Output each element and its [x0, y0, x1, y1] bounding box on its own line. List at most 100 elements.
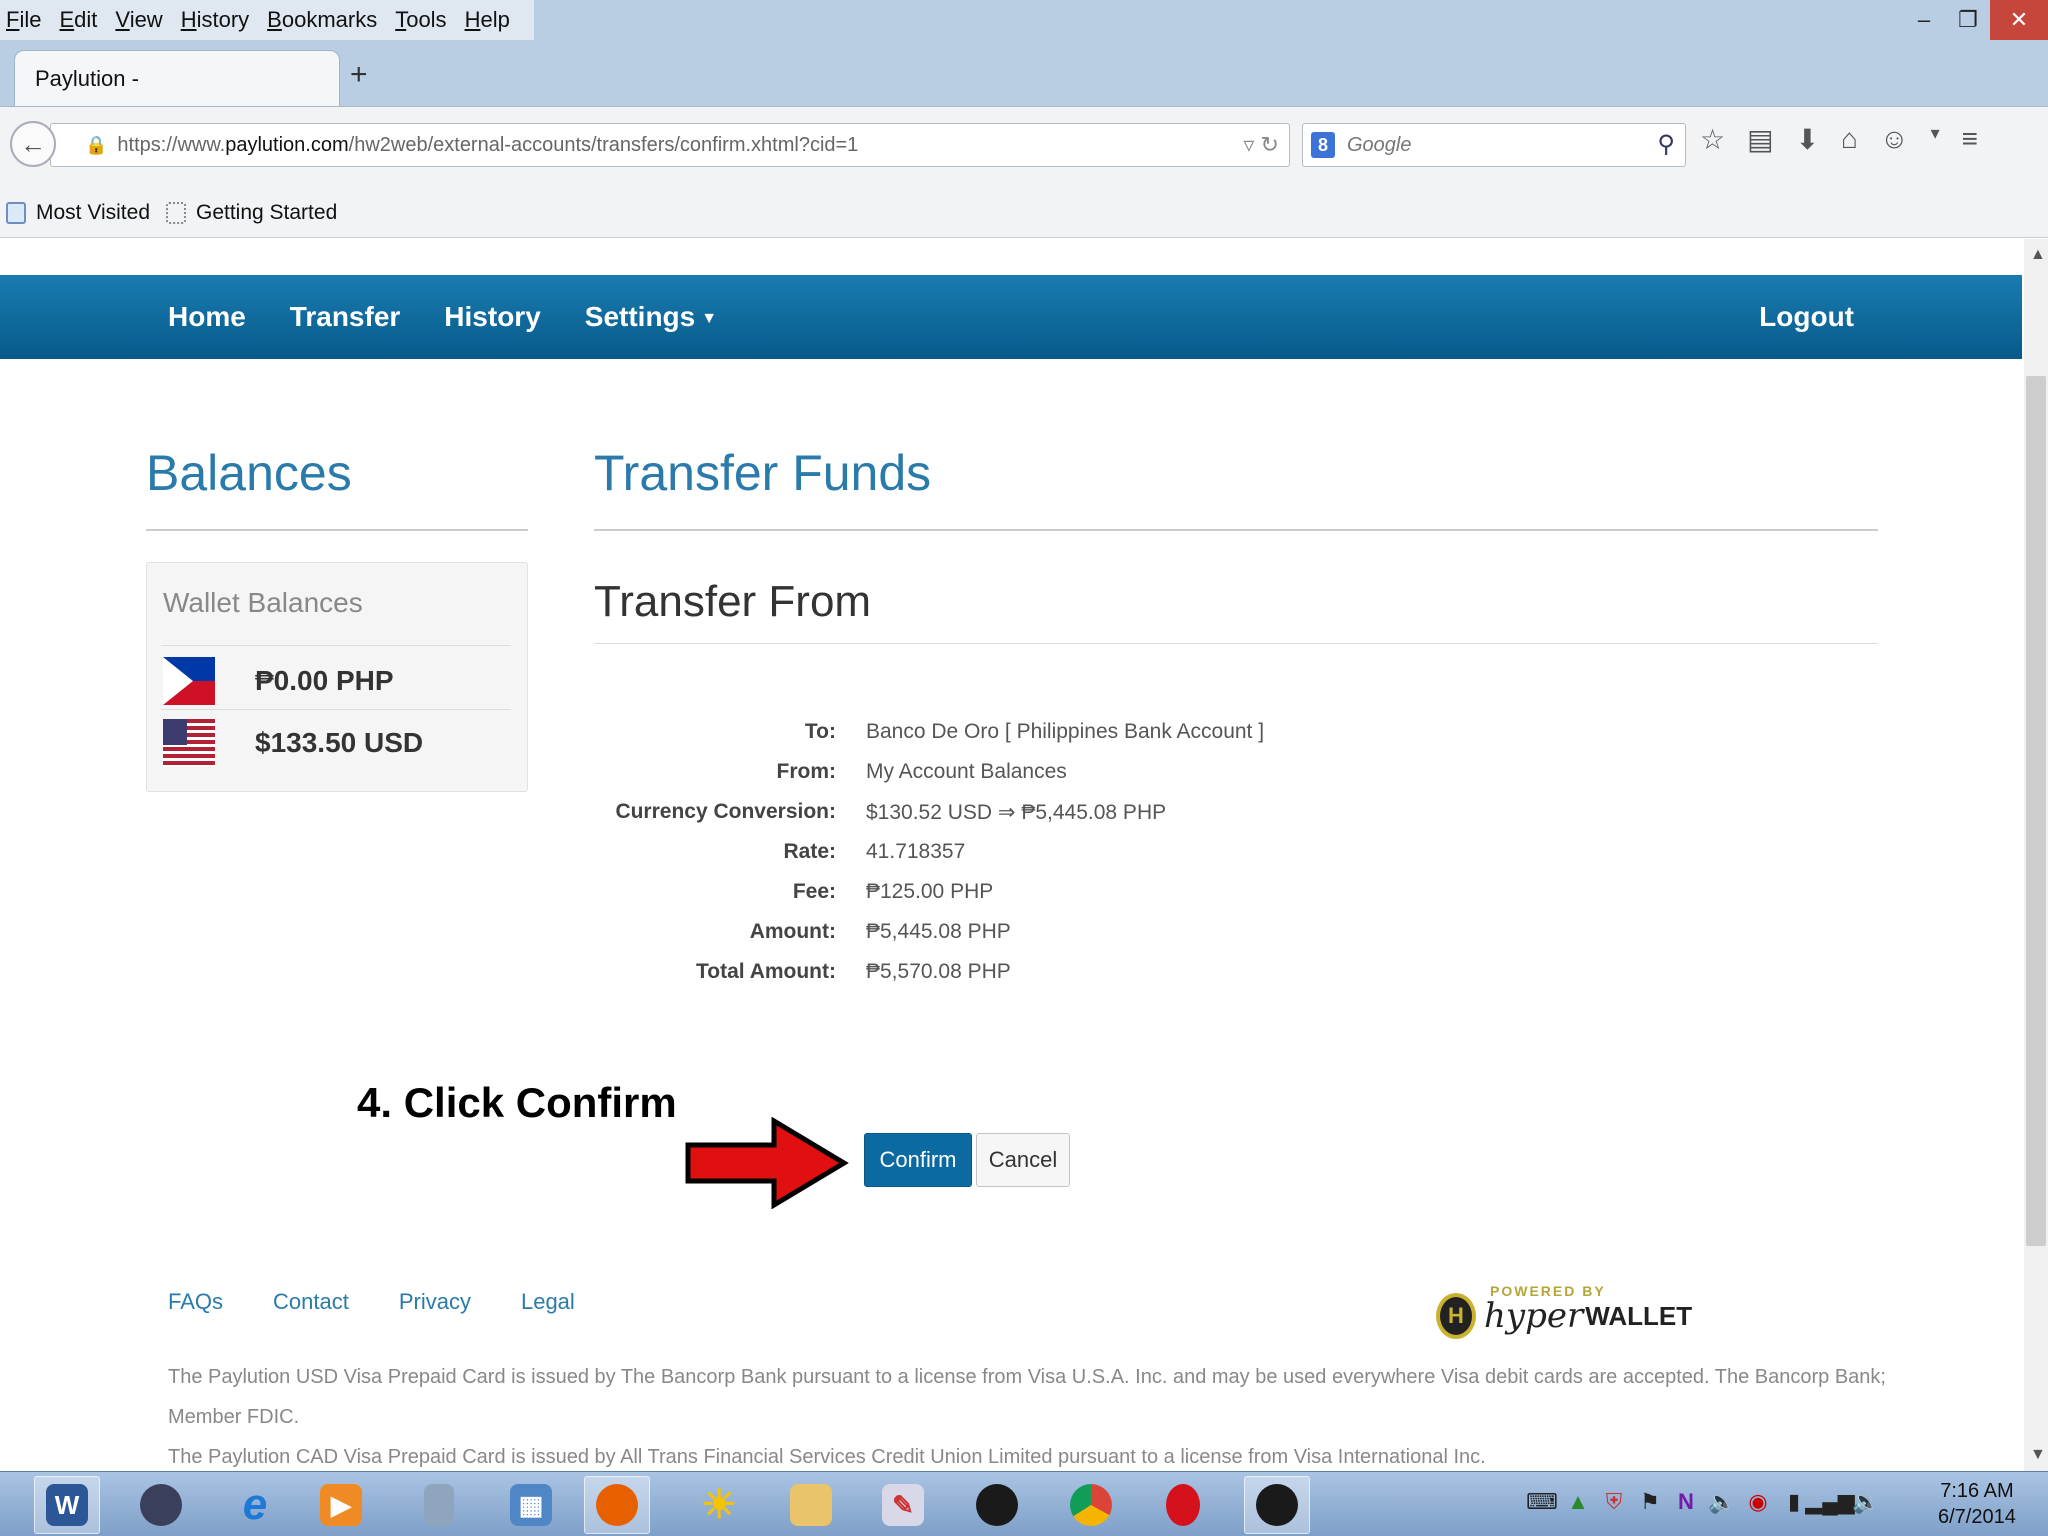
detail-label: Rate: [783, 840, 836, 863]
footer-link-faqs[interactable]: FAQs [168, 1289, 223, 1315]
minimize-icon[interactable]: – [1902, 0, 1946, 40]
back-arrow-icon[interactable]: ← [10, 121, 56, 167]
balance-row-php: ₱0.00 PHP [163, 655, 394, 707]
detail-value: $130.52 USD ⇒ ₱5,445.08 PHP [866, 800, 1167, 824]
download-icon[interactable]: ⬇ [1796, 123, 1819, 156]
menu-bookmarks[interactable]: Bookmarks [267, 7, 377, 33]
dropdown-icon[interactable]: ▾ [1931, 123, 1940, 156]
home-icon[interactable]: ⌂ [1841, 123, 1858, 156]
search-icon[interactable]: ⚲ [1657, 130, 1675, 159]
taskbar-paint[interactable]: ✎ [870, 1476, 936, 1534]
new-tab-button[interactable]: + [350, 58, 368, 92]
transfer-from-heading: Transfer From [594, 577, 872, 626]
tray-app-icon[interactable]: ▲ [1566, 1488, 1590, 1516]
site-navbar: Home Transfer History Settings ▼ Logout [0, 275, 2022, 359]
bookmark-most-visited[interactable]: Most Visited [6, 201, 150, 225]
system-tray: ⌨ ▲ ⛨ ⚑ N 🔈 ◉ ▮ ▂▄▆ 🔉 [1526, 1488, 1880, 1516]
menu-history[interactable]: History [181, 7, 249, 33]
hamburger-menu-icon[interactable]: ≡ [1962, 123, 1978, 156]
reload-icon[interactable]: ▿ ↻ [1243, 132, 1279, 158]
webcam-icon [976, 1484, 1018, 1526]
detail-value: ₱5,445.08 PHP [866, 920, 1011, 943]
detail-row-from: From: My Account Balances [594, 752, 1494, 792]
taskbar-ie[interactable]: e [222, 1476, 288, 1534]
detail-value: My Account Balances [866, 760, 1067, 783]
detail-value: 41.718357 [866, 840, 966, 863]
instruction-annotation: 4. Click Confirm [357, 1079, 677, 1126]
media-player-icon: ▶ [320, 1484, 362, 1526]
footer-link-legal[interactable]: Legal [521, 1289, 575, 1315]
taskbar-app-webcam-2[interactable] [1244, 1476, 1310, 1534]
taskbar-explorer[interactable] [778, 1476, 844, 1534]
folder-icon [790, 1484, 832, 1526]
url-bar[interactable]: 🔒 https://www. paylution.com /hw2web/ext… [50, 123, 1290, 167]
shield-icon[interactable]: ⛨ [1602, 1488, 1626, 1516]
balances-heading: Balances [146, 445, 352, 501]
wallet-balances-panel: Wallet Balances ₱0.00 PHP $133.50 USD [146, 562, 528, 792]
scroll-up-icon[interactable]: ▲ [2030, 246, 2046, 264]
taskbar-control-panel[interactable]: ▦ [498, 1476, 564, 1534]
internet-explorer-icon: e [242, 1480, 268, 1529]
keyboard-icon[interactable]: ⌨ [1526, 1488, 1558, 1516]
search-input[interactable]: 8 Google ⚲ [1302, 123, 1686, 167]
nav-settings[interactable]: Settings ▼ [585, 301, 717, 333]
bookmark-getting-started[interactable]: Getting Started [166, 201, 337, 225]
menu-file[interactable]: File [6, 7, 41, 33]
footer-link-contact[interactable]: Contact [273, 1289, 349, 1315]
footer-links: FAQs Contact Privacy Legal [168, 1289, 625, 1315]
menu-bar: File Edit View History Bookmarks Tools H… [0, 0, 2048, 40]
detail-label: To: [804, 720, 836, 743]
onenote-icon[interactable]: N [1674, 1488, 1698, 1516]
nav-transfer[interactable]: Transfer [290, 301, 401, 333]
google-icon[interactable]: 8 [1311, 132, 1335, 158]
url-path: /hw2web/external-accounts/transfers/conf… [348, 133, 859, 156]
opera-icon [1166, 1484, 1200, 1526]
scroll-down-icon[interactable]: ▼ [2030, 1446, 2046, 1464]
nav-home[interactable]: Home [168, 301, 246, 333]
taskbar-weather[interactable]: ☀ [686, 1476, 752, 1534]
footer-link-privacy[interactable]: Privacy [399, 1289, 471, 1315]
philippines-flag-icon [163, 657, 215, 705]
battery-icon[interactable]: ▮ [1782, 1488, 1806, 1516]
firefox-icon [596, 1484, 638, 1526]
detail-row-to: To: Banco De Oro [ Philippines Bank Acco… [594, 712, 1494, 752]
bookmark-star-icon[interactable]: ☆ [1700, 123, 1725, 156]
menu-edit[interactable]: Edit [59, 7, 97, 33]
flag-icon[interactable]: ⚑ [1638, 1488, 1662, 1516]
signal-icon[interactable]: ▂▄▆ [1805, 1488, 1854, 1516]
menu-view[interactable]: View [115, 7, 162, 33]
taskbar-opera[interactable] [1150, 1476, 1216, 1534]
cancel-button[interactable]: Cancel [976, 1133, 1070, 1187]
volume-icon[interactable]: 🔉 [1852, 1488, 1879, 1516]
taskbar-app-2[interactable] [128, 1476, 194, 1534]
speaker-icon[interactable]: 🔈 [1708, 1488, 1735, 1516]
taskbar-calculator[interactable] [406, 1476, 472, 1534]
taskbar-media-player[interactable]: ▶ [308, 1476, 374, 1534]
detail-row-fee: Fee: ₱125.00 PHP [594, 872, 1494, 912]
divider [146, 529, 528, 531]
menu-help[interactable]: Help [465, 7, 510, 33]
media-icon [140, 1484, 182, 1526]
menu-tools[interactable]: Tools [395, 7, 446, 33]
antivirus-icon[interactable]: ◉ [1746, 1488, 1770, 1516]
calculator-icon [424, 1484, 454, 1526]
nav-history[interactable]: History [444, 301, 540, 333]
divider [161, 645, 511, 646]
search-placeholder: Google [1347, 133, 1412, 156]
clipboard-icon[interactable]: ▤ [1747, 123, 1773, 156]
scrollbar-thumb[interactable] [2026, 376, 2046, 1246]
balance-row-usd: $133.50 USD [163, 717, 423, 769]
taskbar-app-webcam[interactable] [964, 1476, 1030, 1534]
taskbar-word[interactable]: W [34, 1476, 100, 1534]
logout-link[interactable]: Logout [1759, 301, 1854, 333]
restore-icon[interactable]: ❐ [1946, 0, 1990, 40]
tab-paylution[interactable]: Paylution - [14, 50, 340, 106]
confirm-button[interactable]: Confirm [864, 1133, 972, 1187]
close-icon[interactable]: ✕ [1990, 0, 2048, 40]
addon-icon[interactable]: ☺ [1880, 123, 1909, 156]
taskbar-firefox[interactable] [584, 1476, 650, 1534]
system-clock[interactable]: 7:16 AM 6/7/2014 [1938, 1478, 2016, 1530]
detail-label: Currency Conversion: [615, 800, 836, 823]
tab-strip: Paylution - + [0, 40, 2048, 106]
taskbar-chrome[interactable] [1058, 1476, 1124, 1534]
